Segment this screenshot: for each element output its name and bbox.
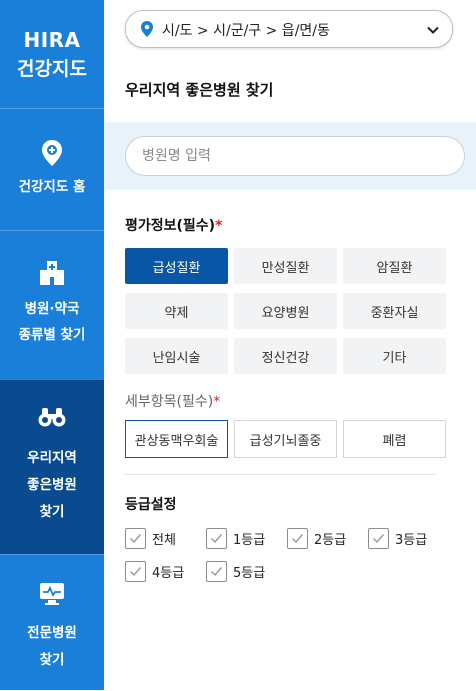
eval-option-drug[interactable]: 약제 — [125, 293, 228, 329]
sidebar-item-label-line1: 병원·약국 — [24, 301, 80, 317]
grade-checkbox-label: 4등급 — [152, 566, 185, 581]
grade-section-title: 등급설정 — [125, 497, 177, 513]
evaluation-label: 평가정보(필수) — [125, 218, 216, 234]
detail-label: 세부항목(필수) — [125, 394, 214, 410]
sidebar-item-label-line2: 종류별 찾기 — [18, 327, 86, 343]
required-mark: * — [213, 394, 221, 410]
grade-checkbox-label: 3등급 — [395, 533, 428, 548]
eval-option-acute[interactable]: 급성질환 — [125, 248, 228, 284]
hospital-name-search-input[interactable] — [125, 136, 465, 176]
eval-option-infertility[interactable]: 난임시술 — [125, 338, 228, 374]
sidebar-item-label-line1: 우리지역 — [27, 450, 77, 466]
grade-checkbox-all[interactable]: 전체 — [125, 528, 176, 549]
check-icon[interactable] — [125, 561, 146, 582]
sidebar: HIRA 건강지도 건강지도 홈 병원·약국 종류별 찾기 우리지역 좋은병원 … — [0, 0, 104, 690]
binoculars-icon — [0, 406, 104, 428]
evaluation-section-title: 평가정보(필수)* — [125, 215, 222, 235]
eval-option-nursing[interactable]: 요양병원 — [234, 293, 337, 329]
detail-option-pneumonia[interactable]: 폐렴 — [343, 420, 446, 458]
sidebar-item-label: 건강지도 홈 — [18, 179, 86, 195]
grade-checkbox-3[interactable]: 3등급 — [368, 528, 427, 549]
grade-checkbox-1[interactable]: 1등급 — [206, 528, 265, 549]
logo[interactable]: HIRA 건강지도 — [0, 0, 104, 107]
grade-checkbox-label: 1등급 — [233, 533, 266, 548]
grade-checkbox-4[interactable]: 4등급 — [125, 561, 184, 582]
grade-checkbox-label: 2등급 — [314, 533, 347, 548]
map-pin-plus-icon — [0, 139, 104, 167]
check-icon[interactable] — [206, 528, 227, 549]
sidebar-item-label-line2: 찾기 — [39, 652, 65, 668]
hospital-building-icon — [0, 259, 104, 285]
eval-option-mental[interactable]: 정신건강 — [234, 338, 337, 374]
check-icon[interactable] — [206, 561, 227, 582]
monitor-heartbeat-icon — [0, 581, 104, 607]
detail-option-stroke[interactable]: 급성기뇌졸중 — [234, 420, 337, 458]
grade-checkbox-label: 전체 — [152, 533, 176, 548]
sidebar-item-health-map-home[interactable]: 건강지도 홈 — [0, 108, 104, 230]
location-breadcrumb: 시/도 > 시/군/구 > 읍/면/동 — [162, 23, 330, 39]
page-title: 우리지역 좋은병원 찾기 — [125, 81, 274, 99]
logo-line2: 건강지도 — [17, 58, 87, 80]
main-panel: 시/도 > 시/군/구 > 읍/면/동 우리지역 좋은병원 찾기 평가정보(필수… — [104, 0, 476, 690]
grade-checkbox-label: 5등급 — [233, 566, 266, 581]
sidebar-item-specialty-hospital[interactable]: 전문병원 찾기 — [0, 554, 104, 691]
sidebar-item-label-line1: 전문병원 — [27, 625, 77, 641]
grade-checkbox-5[interactable]: 5등급 — [206, 561, 265, 582]
check-icon[interactable] — [368, 528, 389, 549]
search-band — [104, 122, 476, 190]
divider — [125, 474, 435, 475]
location-pin-icon — [139, 20, 155, 42]
eval-option-other[interactable]: 기타 — [343, 338, 446, 374]
eval-option-chronic[interactable]: 만성질환 — [234, 248, 337, 284]
check-icon[interactable] — [125, 528, 146, 549]
required-mark: * — [215, 218, 223, 234]
detail-option-cabg[interactable]: 관상동맥우회술 — [125, 420, 228, 458]
detail-section-title: 세부항목(필수)* — [125, 391, 220, 411]
check-icon[interactable] — [287, 528, 308, 549]
location-selector[interactable]: 시/도 > 시/군/구 > 읍/면/동 — [125, 10, 453, 48]
grade-checkbox-2[interactable]: 2등급 — [287, 528, 346, 549]
logo-line1: HIRA — [23, 28, 81, 52]
eval-option-cancer[interactable]: 암질환 — [343, 248, 446, 284]
sidebar-item-label-line3: 찾기 — [39, 504, 65, 520]
sidebar-item-label-line2: 좋은병원 — [27, 477, 77, 493]
chevron-down-icon[interactable] — [426, 22, 440, 41]
sidebar-item-hospital-type[interactable]: 병원·약국 종류별 찾기 — [0, 230, 104, 379]
eval-option-icu[interactable]: 중환자실 — [343, 293, 446, 329]
sidebar-item-good-hospital[interactable]: 우리지역 좋은병원 찾기 — [0, 379, 104, 554]
